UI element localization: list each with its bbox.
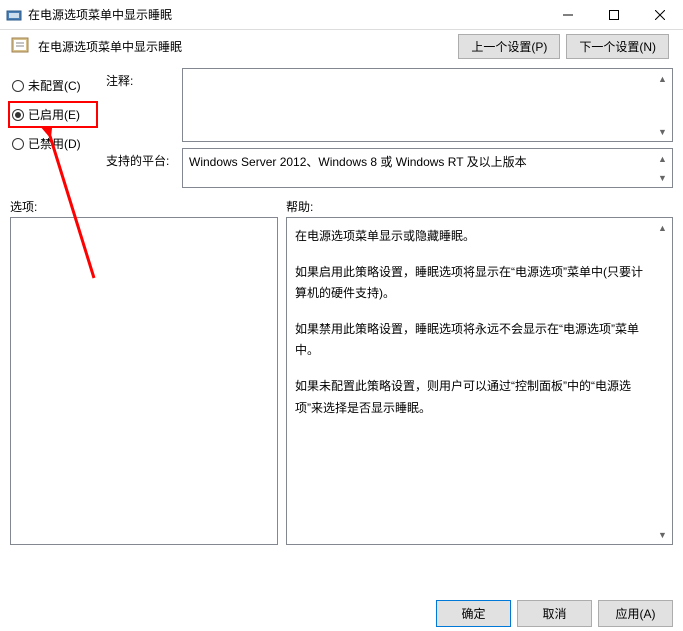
help-paragraph: 如果启用此策略设置，睡眠选项将显示在“电源选项”菜单中(只要计算机的硬件支持)。: [295, 262, 652, 305]
close-button[interactable]: [637, 0, 683, 29]
window-controls: [545, 0, 683, 29]
radio-label: 已启用(E): [28, 106, 80, 123]
policy-title: 在电源选项菜单中显示睡眠: [38, 38, 450, 55]
radio-disabled[interactable]: 已禁用(D): [10, 132, 98, 155]
radio-dot-icon: [12, 80, 24, 92]
options-pane: [10, 217, 278, 545]
radio-label: 已禁用(D): [28, 135, 81, 152]
help-paragraph: 如果禁用此策略设置，睡眠选项将永远不会显示在“电源选项”菜单中。: [295, 319, 652, 362]
scroll-down-icon[interactable]: ▼: [655, 170, 670, 185]
scroll-up-icon[interactable]: ▲: [655, 151, 670, 166]
cancel-button[interactable]: 取消: [517, 600, 592, 627]
options-label: 选项:: [10, 198, 278, 215]
prev-setting-button[interactable]: 上一个设置(P): [458, 34, 560, 59]
dialog-buttons: 确定 取消 应用(A): [436, 600, 673, 627]
comment-textarea[interactable]: ▲ ▼: [182, 68, 673, 142]
supported-text: Windows Server 2012、Windows 8 或 Windows …: [183, 149, 672, 176]
radio-dot-icon: [12, 138, 24, 150]
window-titlebar: 在电源选项菜单中显示睡眠: [0, 0, 683, 30]
supported-box: Windows Server 2012、Windows 8 或 Windows …: [182, 148, 673, 188]
scroll-up-icon[interactable]: ▲: [655, 71, 670, 86]
ok-button[interactable]: 确定: [436, 600, 511, 627]
scroll-down-icon[interactable]: ▼: [655, 124, 670, 139]
window-title: 在电源选项菜单中显示睡眠: [28, 6, 545, 23]
help-paragraph: 在电源选项菜单显示或隐藏睡眠。: [295, 226, 652, 248]
radio-dot-icon: [12, 109, 24, 121]
apply-button[interactable]: 应用(A): [598, 600, 673, 627]
comment-label: 注释:: [106, 68, 176, 142]
minimize-button[interactable]: [545, 0, 591, 29]
help-pane: 在电源选项菜单显示或隐藏睡眠。 如果启用此策略设置，睡眠选项将显示在“电源选项”…: [286, 217, 673, 545]
radio-label: 未配置(C): [28, 77, 81, 94]
config-radio-group: 未配置(C) 已启用(E) 已禁用(D): [10, 68, 98, 188]
scroll-down-icon[interactable]: ▼: [655, 527, 670, 542]
policy-icon: [10, 36, 30, 56]
next-setting-button[interactable]: 下一个设置(N): [566, 34, 669, 59]
app-icon: [6, 7, 22, 23]
radio-enabled[interactable]: 已启用(E): [10, 103, 98, 126]
help-label: 帮助:: [286, 198, 313, 215]
maximize-button[interactable]: [591, 0, 637, 29]
help-text: 在电源选项菜单显示或隐藏睡眠。 如果启用此策略设置，睡眠选项将显示在“电源选项”…: [287, 218, 672, 441]
supported-label: 支持的平台:: [106, 148, 176, 188]
scroll-up-icon[interactable]: ▲: [655, 220, 670, 235]
policy-header: 在电源选项菜单中显示睡眠 上一个设置(P) 下一个设置(N): [0, 30, 683, 62]
radio-unconfigured[interactable]: 未配置(C): [10, 74, 98, 97]
help-paragraph: 如果未配置此策略设置，则用户可以通过“控制面板”中的“电源选项”来选择是否显示睡…: [295, 376, 652, 419]
